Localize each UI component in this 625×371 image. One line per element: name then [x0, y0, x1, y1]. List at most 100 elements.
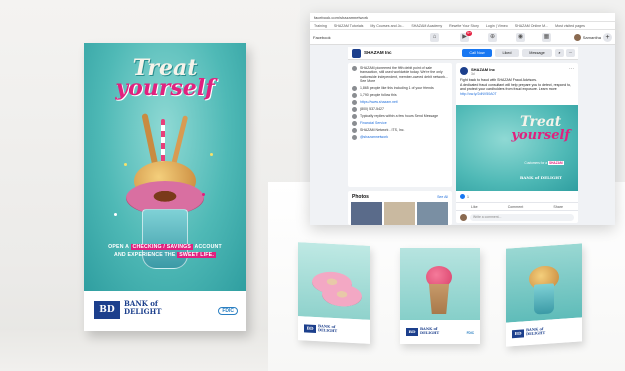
- about-row: Financial Service: [352, 120, 448, 126]
- search-icon[interactable]: ⌕: [555, 49, 564, 57]
- bookmark-item[interactable]: SHAZAM Tutorials: [334, 23, 364, 28]
- facebook-nav-bar: Facebook ⌂ ▶ 9+ ⊕ ◉ ▦ Samantha +: [310, 30, 615, 45]
- like-button[interactable]: Like: [471, 203, 478, 210]
- bank-name-line2: DELIGHT: [526, 330, 546, 337]
- avatar: [573, 34, 581, 41]
- account-menu[interactable]: Samantha: [573, 34, 601, 41]
- about-panel: SHAZAM pioneered the fifth debit point o…: [348, 63, 452, 187]
- like-reaction-icon: [460, 194, 465, 199]
- bookmark-item[interactable]: Login | Vimeo: [486, 23, 508, 28]
- see-all-link[interactable]: See All: [437, 195, 448, 199]
- follow-icon: [352, 92, 357, 98]
- about-row: Typically replies within a few hours Sen…: [352, 113, 448, 119]
- tent-image: [400, 248, 480, 320]
- page-avatar: [352, 49, 361, 58]
- more-icon[interactable]: ···: [569, 66, 574, 72]
- phone-number[interactable]: (800) 537-5427: [360, 107, 384, 112]
- twitter-icon: [352, 134, 357, 140]
- bookmarks-bar: Training SHAZAM Tutorials My Courses and…: [310, 22, 615, 30]
- photo-thumbnail[interactable]: [384, 202, 415, 225]
- about-text: SHAZAM Network - ITS, Inc.: [360, 127, 405, 132]
- share-button[interactable]: Share: [553, 203, 563, 210]
- sprinkle: [114, 213, 117, 216]
- reply-info[interactable]: Typically replies within a few hours Sen…: [360, 114, 438, 119]
- bank-name: BANK of DELIGHT: [318, 324, 338, 334]
- bank-logo: BD: [304, 324, 316, 334]
- post-actions: Like Comment Share: [456, 202, 578, 211]
- bank-name: BANK of DELIGHT: [124, 300, 161, 315]
- category-link[interactable]: Financial Service: [360, 121, 387, 126]
- poster-headline-line2: yourself: [115, 75, 215, 101]
- group-icon: [352, 127, 357, 133]
- about-row: (800) 537-5427: [352, 106, 448, 112]
- avatar: [460, 214, 467, 221]
- message-button[interactable]: Message: [522, 49, 552, 57]
- about-row: SHAZAM pioneered the fifth debit point o…: [352, 66, 448, 84]
- call-now-button[interactable]: Call Now: [462, 49, 492, 57]
- facebook-label[interactable]: Facebook: [313, 35, 331, 40]
- post-image-bank: BANK of DELIGHT: [519, 175, 562, 180]
- photos-title: Photos: [352, 194, 369, 200]
- mockup-scene: Treat yourself OPEN A CHECKING / SAVINGS…: [0, 0, 625, 371]
- about-row: https://www.shazam.net/: [352, 99, 448, 105]
- sprinkle: [210, 153, 213, 156]
- account-name: Samantha: [582, 35, 601, 40]
- sprinkle: [124, 163, 127, 166]
- like-icon: [352, 85, 357, 91]
- cta-highlight: CHECKING / SAVINGS: [130, 244, 194, 250]
- bookmark-item[interactable]: Training: [314, 23, 327, 28]
- poster: Treat yourself OPEN A CHECKING / SAVINGS…: [84, 43, 246, 331]
- twitter-link[interactable]: @shazamnetwork: [360, 135, 388, 140]
- post-date[interactable]: 3d: [471, 72, 475, 76]
- post-image[interactable]: Treat yourself Customers for a SHAZAM BA…: [456, 105, 578, 191]
- about-text: 1,865 people like this including 1 of yo…: [360, 85, 434, 90]
- comment-input[interactable]: Write a comment...: [470, 214, 574, 221]
- fdic-badge: FDIC: [218, 307, 238, 315]
- phone-icon: [352, 106, 357, 112]
- reaction-count: 1: [467, 194, 469, 199]
- chat-icon: [352, 113, 357, 119]
- poster-call-to-action: OPEN A CHECKING / SAVINGS ACCOUNT AND EX…: [84, 243, 246, 260]
- cta-text: OPEN A: [108, 244, 129, 250]
- cta-text: ACCOUNT: [194, 244, 222, 250]
- gaming-icon[interactable]: ▦: [542, 33, 551, 42]
- cta-text: AND EXPERIENCE THE: [114, 252, 176, 259]
- bank-logo: BD: [512, 329, 524, 339]
- marketplace-icon[interactable]: ⊕: [488, 33, 497, 42]
- globe-icon: [352, 99, 357, 105]
- sprinkle: [202, 193, 205, 196]
- page-header: SHAZAM Inc Call Now Liked Message ⌕ ···: [348, 47, 578, 60]
- bookmark-item[interactable]: SHAZAM Online M...: [515, 23, 548, 28]
- cta-highlight: SWEET LIFE.: [177, 252, 216, 259]
- comment-button[interactable]: Comment: [508, 203, 524, 210]
- page-title[interactable]: SHAZAM Inc: [364, 50, 392, 55]
- bookmark-item[interactable]: Rewrite Your Story: [449, 23, 479, 28]
- bank-name-line2: DELIGHT: [318, 328, 338, 334]
- post-image-headline: Treat yourself: [511, 115, 570, 142]
- about-row: 1,790 people follow this: [352, 92, 448, 98]
- table-tent-donut: BD BANK of DELIGHT: [298, 242, 370, 344]
- bookmark-item[interactable]: My Courses and Jo...: [370, 23, 404, 28]
- website-link[interactable]: https://www.shazam.net/: [360, 100, 398, 105]
- tent-footer: BD BANK of DELIGHT: [298, 316, 370, 344]
- liked-button[interactable]: Liked: [495, 49, 519, 57]
- home-icon[interactable]: ⌂: [430, 33, 439, 42]
- post-link[interactable]: http://ow.ly/2dNV50A0T: [460, 92, 574, 97]
- info-icon: [352, 66, 357, 71]
- about-row: @shazamnetwork: [352, 134, 448, 140]
- address-bar[interactable]: facebook.com/shazamnetwork: [310, 13, 615, 22]
- facebook-screenshot: facebook.com/shazamnetwork Training SHAZ…: [310, 13, 615, 225]
- bookmark-item[interactable]: SHAZAM Academy: [411, 23, 442, 28]
- milkshake-glass: [534, 283, 554, 315]
- more-icon[interactable]: ···: [566, 49, 575, 57]
- groups-icon[interactable]: ◉: [516, 33, 525, 42]
- photo-thumbnail[interactable]: [351, 202, 382, 225]
- bookmark-item[interactable]: Most visited pages: [555, 23, 585, 28]
- photo-thumbnail[interactable]: [417, 202, 448, 225]
- create-icon[interactable]: +: [603, 33, 612, 42]
- post-text: Fight back to fraud with SHAZAM Fraud Ad…: [460, 78, 574, 96]
- reaction-summary[interactable]: 1: [460, 194, 469, 199]
- tent-image: [506, 243, 582, 323]
- bank-logo: BD: [406, 328, 418, 336]
- table-tent-icecream: BD BANK of DELIGHT FDIC: [400, 248, 480, 344]
